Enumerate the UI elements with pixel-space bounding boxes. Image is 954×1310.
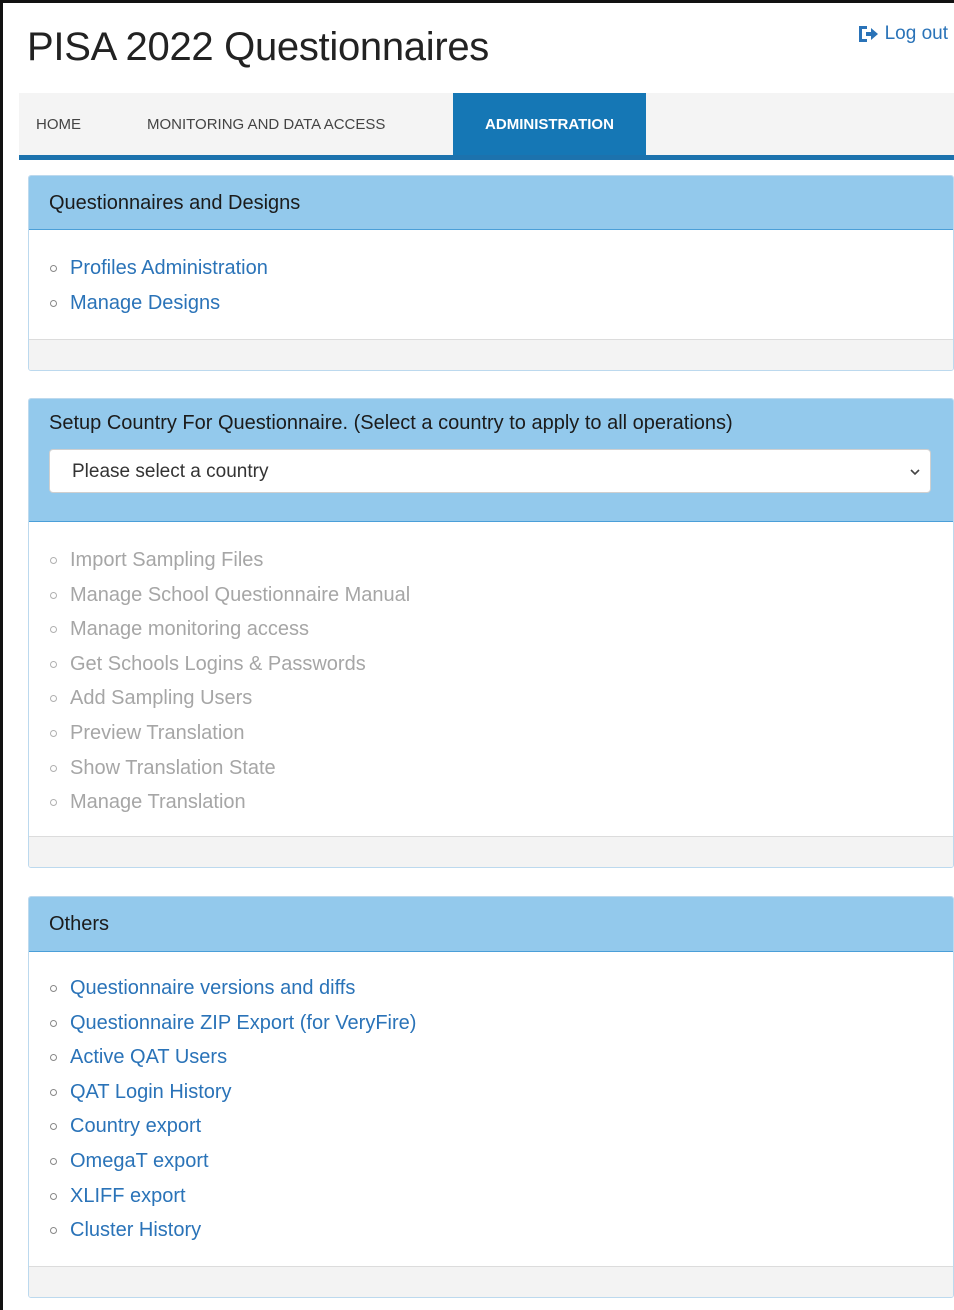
panel-footer bbox=[29, 836, 953, 867]
list-item: Cluster History bbox=[29, 1213, 953, 1248]
qat-login-history-link[interactable]: QAT Login History bbox=[70, 1081, 232, 1103]
tab-monitoring-data-access[interactable]: MONITORING AND DATA ACCESS bbox=[130, 93, 453, 155]
list-item: Manage Designs bbox=[29, 286, 953, 321]
list-item: Manage School Questionnaire Manual bbox=[29, 578, 953, 613]
list-item: Show Translation State bbox=[29, 751, 953, 786]
show-translation-state-link: Show Translation State bbox=[70, 756, 276, 779]
get-schools-logins-link: Get Schools Logins & Passwords bbox=[70, 652, 366, 675]
list-item: OmegaT export bbox=[29, 1144, 953, 1179]
xliff-export-link[interactable]: XLIFF export bbox=[70, 1185, 186, 1207]
questionnaire-zip-export-link[interactable]: Questionnaire ZIP Export (for VeryFire) bbox=[70, 1012, 416, 1034]
list-item: QAT Login History bbox=[29, 1075, 953, 1110]
country-select[interactable]: Please select a country bbox=[49, 449, 931, 493]
list-item: Manage monitoring access bbox=[29, 612, 953, 647]
cluster-history-link[interactable]: Cluster History bbox=[70, 1219, 201, 1241]
list-item: Get Schools Logins & Passwords bbox=[29, 647, 953, 682]
preview-translation-link: Preview Translation bbox=[70, 721, 245, 744]
others-link-list: Questionnaire versions and diffs Questio… bbox=[29, 971, 953, 1248]
panel-questionnaires-designs: Questionnaires and Designs Profiles Admi… bbox=[28, 175, 954, 371]
logout-link[interactable]: Log out bbox=[857, 23, 948, 45]
panel-footer bbox=[29, 1266, 953, 1297]
chevron-down-icon bbox=[910, 469, 920, 476]
list-item: Country export bbox=[29, 1109, 953, 1144]
country-export-link[interactable]: Country export bbox=[70, 1115, 201, 1137]
list-item: XLIFF export bbox=[29, 1179, 953, 1214]
manage-designs-link[interactable]: Manage Designs bbox=[70, 292, 220, 314]
main-nav: HOME MONITORING AND DATA ACCESS ADMINIST… bbox=[19, 93, 954, 160]
panel-setup-country: Setup Country For Questionnaire. (Select… bbox=[28, 398, 954, 868]
page-frame: PISA 2022 Questionnaires Log out HOME MO… bbox=[0, 0, 954, 1310]
profiles-administration-link[interactable]: Profiles Administration bbox=[70, 257, 268, 279]
manage-translation-link: Manage Translation bbox=[70, 791, 246, 814]
list-item: Questionnaire ZIP Export (for VeryFire) bbox=[29, 1006, 953, 1041]
panel-header: Others bbox=[29, 897, 953, 952]
list-item: Import Sampling Files bbox=[29, 543, 953, 578]
logout-icon bbox=[858, 26, 878, 42]
logout-label: Log out bbox=[884, 23, 948, 44]
panel-title: Others bbox=[49, 913, 110, 935]
designs-link-list: Profiles Administration Manage Designs bbox=[29, 251, 953, 320]
list-item: Manage Translation bbox=[29, 785, 953, 820]
list-item: Questionnaire versions and diffs bbox=[29, 971, 953, 1006]
panel-title: Setup Country For Questionnaire. (Select… bbox=[49, 412, 733, 434]
list-item: Preview Translation bbox=[29, 716, 953, 751]
tab-administration[interactable]: ADMINISTRATION bbox=[453, 93, 646, 155]
list-item: Active QAT Users bbox=[29, 1040, 953, 1075]
page-title: PISA 2022 Questionnaires bbox=[27, 25, 489, 69]
panel-others: Others Questionnaire versions and diffs … bbox=[28, 896, 954, 1298]
questionnaire-versions-link[interactable]: Questionnaire versions and diffs bbox=[70, 977, 355, 999]
manage-school-questionnaire-manual-link: Manage School Questionnaire Manual bbox=[70, 583, 411, 606]
tab-home[interactable]: HOME bbox=[19, 93, 130, 155]
list-item: Profiles Administration bbox=[29, 251, 953, 286]
setup-link-list: Import Sampling Files Manage School Ques… bbox=[29, 543, 953, 820]
omegat-export-link[interactable]: OmegaT export bbox=[70, 1150, 209, 1172]
panel-header: Questionnaires and Designs bbox=[29, 176, 953, 230]
import-sampling-files-link: Import Sampling Files bbox=[70, 549, 264, 571]
manage-monitoring-access-link: Manage monitoring access bbox=[70, 618, 310, 641]
list-item: Add Sampling Users bbox=[29, 681, 953, 716]
active-qat-users-link[interactable]: Active QAT Users bbox=[70, 1046, 227, 1068]
panel-header: Setup Country For Questionnaire. (Select… bbox=[29, 399, 953, 522]
panel-footer bbox=[29, 339, 953, 370]
add-sampling-users-link: Add Sampling Users bbox=[70, 687, 253, 710]
country-select-value: Please select a country bbox=[72, 461, 269, 482]
panel-title: Questionnaires and Designs bbox=[49, 192, 301, 214]
